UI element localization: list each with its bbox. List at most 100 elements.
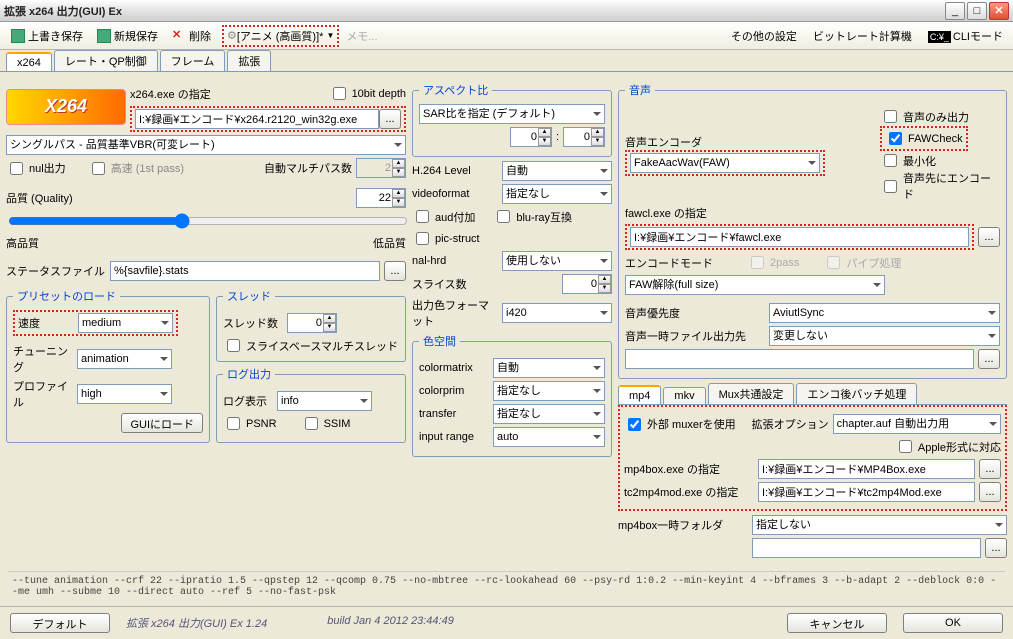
exe-browse-button[interactable]: ...	[379, 109, 401, 129]
mp4tmp-browse-button[interactable]: ...	[985, 538, 1007, 558]
ok-button[interactable]: OK	[903, 613, 1003, 633]
mp4tmp-path-input[interactable]	[752, 538, 981, 558]
quality-label: 品質 (Quality)	[6, 190, 73, 206]
transfer-label: transfer	[419, 408, 489, 420]
videoformat-select[interactable]: 指定なし	[502, 184, 612, 204]
aspect-legend: アスペクト比	[419, 82, 492, 98]
tab-frame[interactable]: フレーム	[160, 50, 226, 71]
aspect-group: アスペクト比 SAR比を指定 (デフォルト) ▲▼ : ▲▼	[412, 82, 612, 157]
other-settings-link[interactable]: その他の設定	[725, 28, 803, 44]
cli-mode-link[interactable]: C:¥_CLIモード	[922, 28, 1009, 44]
colorfmt-select[interactable]: i420	[502, 303, 612, 323]
minimize-button[interactable]: _	[945, 2, 965, 20]
speed-select[interactable]: medium	[78, 313, 173, 333]
default-button[interactable]: デフォルト	[10, 613, 110, 633]
floppy-icon	[11, 29, 25, 43]
save-overwrite-button[interactable]: 上書き保存	[4, 25, 90, 47]
mp4tmp-label: mp4box一時フォルダ	[618, 517, 748, 533]
inputrange-select[interactable]: auto	[493, 427, 605, 447]
quality-slider[interactable]	[8, 213, 408, 229]
audio-tmp-browse-button[interactable]: ...	[978, 349, 1000, 369]
audio-encoder-select[interactable]: FakeAacWav(FAW)	[630, 153, 820, 173]
profile-preset-dropdown[interactable]: ⚙ [アニメ (高画質)]* ▼	[222, 25, 339, 47]
load-gui-button[interactable]: GUIにロード	[121, 413, 203, 433]
bluray-checkbox[interactable]: blu-ray互換	[493, 207, 572, 226]
audio-only-checkbox[interactable]: 音声のみ出力	[880, 107, 969, 126]
psnr-checkbox[interactable]: PSNR	[223, 414, 277, 433]
picstruct-checkbox[interactable]: pic-struct	[412, 229, 480, 248]
h264level-select[interactable]: 自動	[502, 161, 612, 181]
fast-1stpass-checkbox[interactable]: 高速 (1st pass)	[88, 159, 184, 178]
threads-label: スレッド数	[223, 315, 283, 331]
minimize-checkbox[interactable]: 最小化	[880, 151, 936, 170]
tab-mp4[interactable]: mp4	[618, 385, 661, 404]
cancel-button[interactable]: キャンセル	[787, 613, 887, 633]
aspect-mode-select[interactable]: SAR比を指定 (デフォルト)	[419, 104, 605, 124]
colormatrix-select[interactable]: 自動	[493, 358, 605, 378]
tab-x264[interactable]: x264	[6, 52, 52, 71]
sliced-mt-checkbox[interactable]: スライスベースマルチスレッド	[223, 336, 398, 355]
nalhrd-select[interactable]: 使用しない	[502, 251, 612, 271]
mp4box-path-input[interactable]	[758, 459, 975, 479]
mp4tmp-select[interactable]: 指定しない	[752, 515, 1007, 535]
tab-rate-qp[interactable]: レート・QP制御	[54, 50, 158, 71]
audio-group: 音声 音声エンコーダ FakeAacWav(FAW) 音声のみ出力 FAWChe…	[618, 82, 1007, 379]
tc2mp4-path-input[interactable]	[758, 482, 975, 502]
statsfile-label: ステータスファイル	[6, 263, 106, 279]
use-ext-muxer-checkbox[interactable]: 外部 muxerを使用	[624, 415, 736, 434]
fawcheck-checkbox[interactable]: FAWCheck	[885, 129, 963, 148]
cli-icon: C:¥_	[928, 31, 951, 43]
log-group: ログ出力 ログ表示info PSNR SSIM	[216, 366, 406, 443]
auto-multipass-label: 自動マルチパス数	[264, 160, 352, 176]
tab-mkv[interactable]: mkv	[663, 387, 705, 404]
aud-checkbox[interactable]: aud付加	[412, 207, 475, 226]
audio-tmp-select[interactable]: 変更しない	[769, 326, 1000, 346]
ext-opt-select[interactable]: chapter.auf 自動出力用	[833, 414, 1001, 434]
tune-select[interactable]: animation	[77, 349, 172, 369]
hq-label: 高品質	[6, 235, 39, 251]
command-line-display: --tune animation --crf 22 --ipratio 1.5 …	[8, 571, 1005, 602]
save-new-button[interactable]: 新規保存	[90, 25, 165, 47]
delete-button[interactable]: ✕削除	[165, 25, 218, 47]
delete-icon: ✕	[172, 29, 186, 43]
exe-path-input[interactable]	[135, 109, 379, 129]
color-legend: 色空間	[419, 333, 460, 349]
main-tabs: x264 レート・QP制御 フレーム 拡張	[0, 50, 1013, 72]
videoformat-label: videoformat	[412, 188, 498, 200]
tenbit-checkbox[interactable]: 10bit depth	[329, 84, 406, 103]
audio-tmp-path-input[interactable]	[625, 349, 974, 369]
maximize-button[interactable]: □	[967, 2, 987, 20]
audio-encoder-label: 音声エンコーダ	[625, 134, 876, 150]
mp4box-browse-button[interactable]: ...	[979, 459, 1001, 479]
apple-format-checkbox[interactable]: Apple形式に対応	[895, 437, 1001, 456]
close-button[interactable]: ✕	[989, 2, 1009, 20]
statsfile-input[interactable]	[110, 261, 380, 281]
inputrange-label: input range	[419, 431, 489, 443]
statsfile-browse-button[interactable]: ...	[384, 261, 406, 281]
lq-label: 低品質	[373, 235, 406, 251]
nalhrd-label: nal-hrd	[412, 255, 498, 267]
log-level-select[interactable]: info	[277, 391, 372, 411]
tab-mux-common[interactable]: Mux共通設定	[708, 383, 795, 404]
priority-select[interactable]: AviutlSync	[769, 303, 1000, 323]
enc-mode-select[interactable]: FAW解除(full size)	[625, 275, 885, 295]
tab-post-batch[interactable]: エンコ後バッチ処理	[796, 383, 917, 404]
memo-button[interactable]: メモ...	[339, 25, 384, 47]
preset-group: プリセットのロード 速度 medium チューニングanimation プロファ…	[6, 288, 210, 443]
bitrate-calc-link[interactable]: ビットレート計算機	[807, 28, 918, 44]
tc2mp4-browse-button[interactable]: ...	[979, 482, 1001, 502]
colorprim-label: colorprim	[419, 385, 489, 397]
audio-first-checkbox[interactable]: 音声先にエンコード	[880, 170, 1000, 202]
profile-select[interactable]: high	[77, 384, 172, 404]
mode-select[interactable]: シングルパス - 品質基準VBR(可変レート)	[6, 135, 406, 155]
colorfmt-label: 出力色フォーマット	[412, 297, 498, 329]
preset-legend: プリセットのロード	[13, 288, 120, 304]
colorprim-select[interactable]: 指定なし	[493, 381, 605, 401]
ssim-checkbox[interactable]: SSIM	[301, 414, 351, 433]
tab-ext[interactable]: 拡張	[227, 50, 271, 71]
profile-label: プロファイル	[13, 378, 73, 410]
transfer-select[interactable]: 指定なし	[493, 404, 605, 424]
nul-output-checkbox[interactable]: nul出力	[6, 159, 66, 178]
fawcl-browse-button[interactable]: ...	[978, 227, 1000, 247]
fawcl-path-input[interactable]	[630, 227, 969, 247]
